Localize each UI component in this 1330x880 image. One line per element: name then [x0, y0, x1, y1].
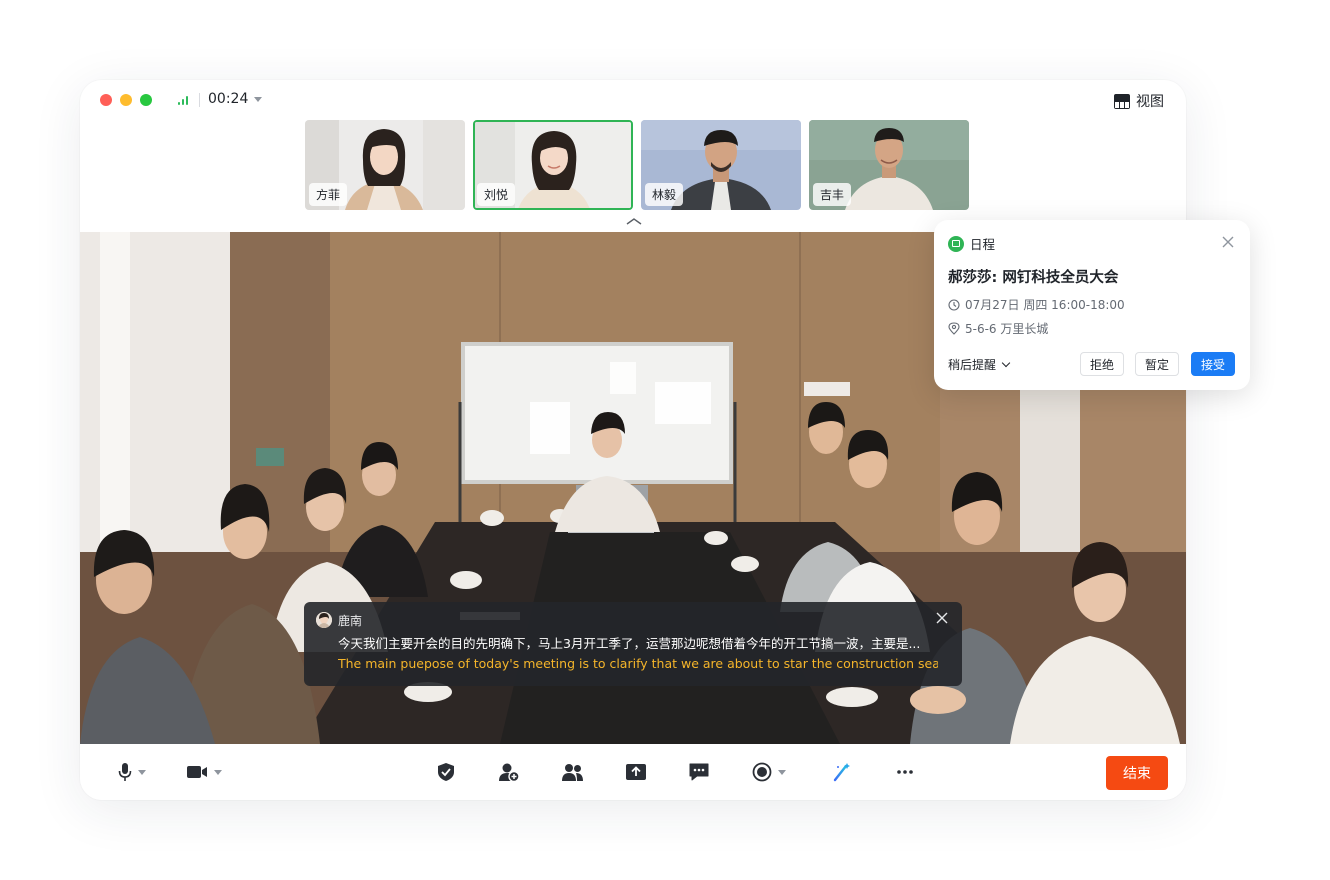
decline-button[interactable]: 拒绝	[1080, 352, 1125, 376]
schedule-header: 日程	[948, 234, 995, 253]
event-title: 郝莎莎: 网钉科技全员大会	[948, 270, 1119, 286]
divider	[199, 93, 200, 107]
grid-view-icon	[1114, 93, 1130, 109]
share-screen-button[interactable]	[625, 762, 647, 782]
schedule-header-label: 日程	[970, 237, 996, 252]
chevron-down-icon	[1001, 358, 1011, 368]
call-timer[interactable]: 00:24	[208, 91, 248, 107]
participant-name: 林毅	[645, 183, 684, 206]
schedule-invite-card: 日程 郝莎莎: 网钉科技全员大会 07月27日 周四 16:00-18:00 5…	[934, 220, 1250, 390]
end-meeting-button[interactable]: 结束	[1106, 756, 1168, 790]
remind-later-label: 稍后提醒	[948, 358, 997, 372]
magic-icon	[833, 763, 850, 782]
view-button[interactable]: 视图	[1114, 91, 1164, 111]
event-location-row: 5-6-6 万里长城	[948, 320, 1048, 337]
close-icon[interactable]	[936, 612, 948, 624]
caption-translation-text: The main puepose of today's meeting is t…	[338, 656, 938, 671]
location-pin-icon	[948, 322, 960, 335]
share-screen-icon	[626, 764, 646, 780]
speaker-name: 鹿南	[338, 614, 363, 628]
chat-icon	[689, 763, 709, 781]
calendar-icon	[948, 235, 964, 252]
participants-icon	[562, 764, 583, 781]
security-icon	[438, 763, 454, 781]
remind-later-dropdown[interactable]: 稍后提醒	[948, 356, 1011, 373]
chevron-down-icon[interactable]	[214, 769, 222, 775]
participant-name: 方菲	[309, 183, 348, 206]
ai-assistant-button[interactable]	[832, 762, 852, 782]
meeting-window: 00:24 视图 方菲 刘悦 林毅 吉丰 鹿南 今天我们主要开会的目的先明确下，…	[80, 80, 1186, 800]
participants-button[interactable]	[562, 762, 584, 782]
meeting-toolbar: 结束	[80, 744, 1186, 800]
invite-button[interactable]	[498, 762, 520, 782]
view-button-label: 视图	[1136, 94, 1164, 110]
participant-tile-active-speaker[interactable]: 刘悦	[473, 120, 633, 210]
chevron-down-icon[interactable]	[254, 97, 262, 102]
participant-name: 吉丰	[813, 183, 852, 206]
record-icon	[752, 762, 772, 782]
participant-tile[interactable]: 方菲	[305, 120, 465, 210]
participant-name: 刘悦	[477, 183, 516, 206]
microphone-icon	[118, 763, 132, 781]
chevron-down-icon[interactable]	[778, 769, 786, 775]
event-time: 07月27日 周四 16:00-18:00	[965, 298, 1125, 312]
record-button[interactable]	[752, 762, 786, 782]
maximize-window-button[interactable]	[140, 94, 152, 106]
camera-button[interactable]	[186, 762, 222, 782]
camera-icon	[187, 766, 207, 778]
chat-button[interactable]	[688, 762, 710, 782]
close-icon[interactable]	[1222, 236, 1234, 248]
microphone-button[interactable]	[118, 762, 146, 782]
accept-button[interactable]: 接受	[1191, 352, 1236, 376]
minimize-window-button[interactable]	[120, 94, 132, 106]
participant-tile[interactable]: 吉丰	[809, 120, 969, 210]
network-signal-icon	[178, 96, 190, 105]
participant-tile[interactable]: 林毅	[641, 120, 801, 210]
caption-original-text: 今天我们主要开会的目的先明确下，马上3月开工季了，运营那边呢想借着今年的开工节搞…	[338, 636, 921, 651]
invite-icon	[499, 763, 520, 782]
security-button[interactable]	[436, 762, 456, 782]
event-location: 5-6-6 万里长城	[965, 322, 1049, 336]
clock-icon	[948, 298, 960, 311]
tentative-button[interactable]: 暂定	[1135, 352, 1180, 376]
live-caption-panel: 鹿南 今天我们主要开会的目的先明确下，马上3月开工季了，运营那边呢想借着今年的开…	[304, 602, 962, 686]
more-icon	[897, 770, 913, 774]
chevron-down-icon[interactable]	[138, 769, 146, 775]
window-controls	[100, 94, 152, 106]
more-button[interactable]	[896, 762, 914, 782]
close-window-button[interactable]	[100, 94, 112, 106]
collapse-strip-icon[interactable]	[625, 217, 643, 225]
event-time-row: 07月27日 周四 16:00-18:00	[948, 296, 1125, 313]
participant-strip: 方菲 刘悦 林毅 吉丰	[305, 120, 969, 210]
speaker-avatar	[316, 612, 332, 628]
